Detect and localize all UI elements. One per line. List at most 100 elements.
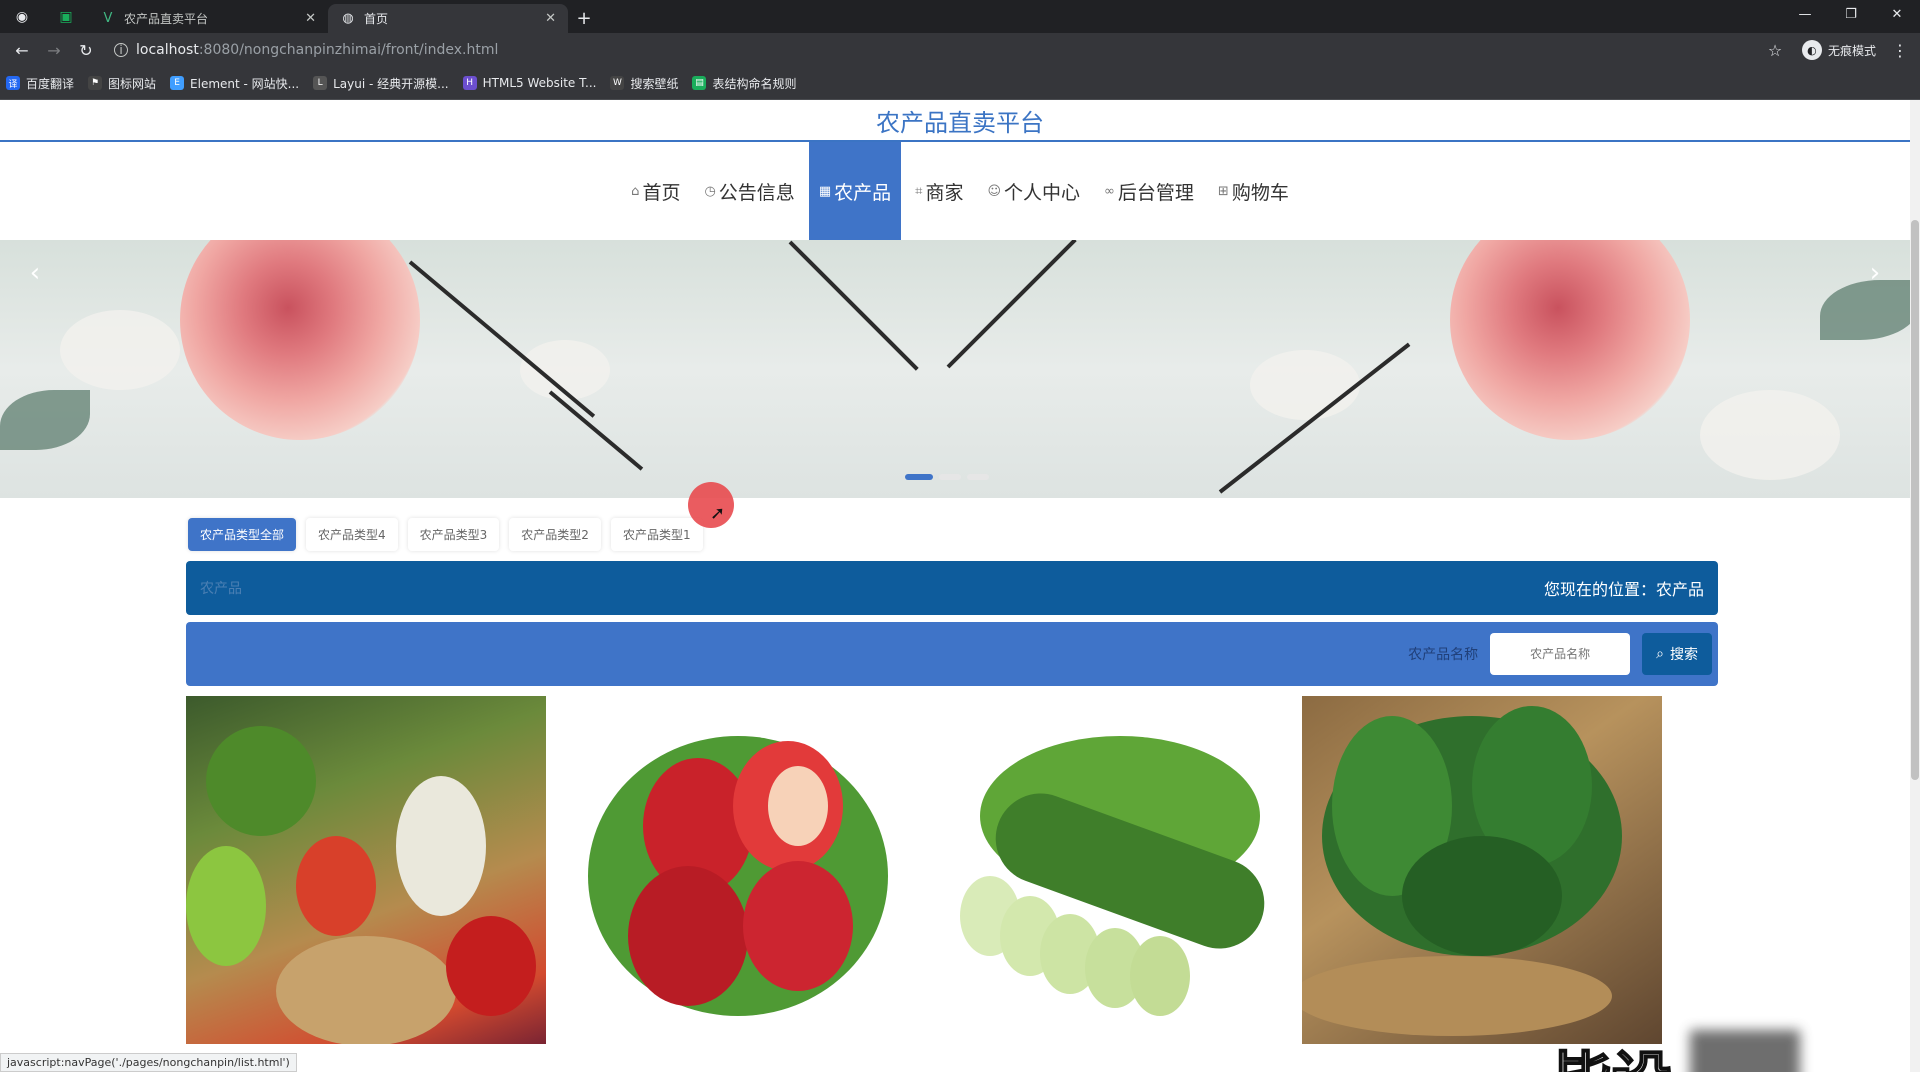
bookmark-item[interactable]: ⚑ 图标网站 xyxy=(88,75,156,92)
url-path: :8080/nongchanpinzhimai/front/index.html xyxy=(198,42,499,58)
banner-decor xyxy=(946,240,1077,369)
nav-item-home[interactable]: ⌂ 首页 xyxy=(621,142,690,240)
incognito-icon: ◐ xyxy=(1801,40,1822,60)
kebab-menu-icon[interactable]: ⋮ xyxy=(1888,41,1912,60)
bookmark-item[interactable]: ▤ 表结构命名规则 xyxy=(692,75,796,92)
bookmark-item[interactable]: 译百度翻译 xyxy=(6,75,74,92)
incognito-profile[interactable]: ◐ 无痕模式 xyxy=(1794,40,1884,60)
banner-decor xyxy=(60,310,180,390)
tab-search-icon[interactable]: ▣ xyxy=(44,0,88,33)
watermark-text: 毕设 xyxy=(1551,1032,1673,1072)
close-window-icon[interactable]: ✕ xyxy=(1874,0,1920,28)
nav-item-products[interactable]: ▦ 农产品 xyxy=(808,142,902,240)
grid-icon: ▦ xyxy=(818,183,832,199)
category-filter: 农产品类型全部 农产品类型4 农产品类型3 农产品类型2 农产品类型1 xyxy=(188,518,703,551)
product-card-spinach[interactable] xyxy=(1302,696,1662,1044)
info-icon[interactable]: i xyxy=(114,43,128,57)
search-bar: 农产品名称 ⌕ 搜索 xyxy=(186,622,1718,686)
web-page: 农产品直卖平台 ⌂ 首页 ◷ 公告信息 ▦ 农产品 ⌗ 商家 ☺ 个人中心 ∞ 后台管理 ⊞… xyxy=(0,100,1920,1072)
forward-icon[interactable]: → xyxy=(40,36,68,64)
product-card-strawberries[interactable] xyxy=(558,696,918,1044)
carousel-indicators xyxy=(905,474,989,480)
browser-menu-icon[interactable]: ◉ xyxy=(0,0,44,33)
vue-logo-icon: V xyxy=(103,11,113,26)
html5-icon: H xyxy=(462,76,477,90)
close-icon[interactable]: ✕ xyxy=(305,11,316,26)
flag-icon: ⚑ xyxy=(88,76,103,90)
nav-item-cart[interactable]: ⊞ 购物车 xyxy=(1208,142,1299,240)
nav-item-notices[interactable]: ◷ 公告信息 xyxy=(694,142,804,240)
product-image xyxy=(186,846,266,966)
nav-label: 农产品 xyxy=(834,181,892,204)
search-input[interactable] xyxy=(1490,633,1631,675)
carousel-banner[interactable]: ‹ › xyxy=(0,240,1920,498)
bookmark-item[interactable]: L Layui - 经典开源模... xyxy=(313,75,449,92)
category-tab[interactable]: 农产品类型2 xyxy=(509,518,601,551)
category-tab[interactable]: 农产品类型1 xyxy=(610,518,703,551)
carousel-dot[interactable] xyxy=(967,474,989,480)
carousel-next-icon[interactable]: › xyxy=(1860,258,1890,288)
tab-title: 首页 xyxy=(364,12,389,26)
reload-icon[interactable]: ↻ xyxy=(72,36,100,64)
bookmark-star-icon[interactable]: ☆ xyxy=(1760,41,1790,60)
scrollbar-thumb[interactable] xyxy=(1911,220,1919,780)
main-nav: ⌂ 首页 ◷ 公告信息 ▦ 农产品 ⌗ 商家 ☺ 个人中心 ∞ 后台管理 ⊞ 购物车 xyxy=(0,142,1920,240)
banner-decor xyxy=(788,240,919,371)
bookmark-label: 搜索壁纸 xyxy=(630,76,679,91)
globe-icon: ◍ xyxy=(342,11,354,26)
banner-rose-image xyxy=(1450,240,1690,440)
nav-label: 公告信息 xyxy=(718,181,795,204)
close-icon[interactable]: ✕ xyxy=(545,11,556,26)
product-card-cucumbers[interactable] xyxy=(930,696,1290,1044)
shop-icon: ⌗ xyxy=(915,183,923,199)
bookmark-label: HTML5 Website T... xyxy=(482,76,597,90)
nav-label: 商家 xyxy=(925,181,964,204)
nav-item-merchants[interactable]: ⌗ 商家 xyxy=(905,142,973,240)
tab-title: 农产品直卖平台 xyxy=(124,12,209,26)
bookmark-icon: 译 xyxy=(6,76,20,90)
breadcrumb-title: 农产品 xyxy=(200,581,242,597)
product-grid xyxy=(186,696,1718,1044)
bookmark-label: 百度翻译 xyxy=(26,76,75,91)
back-icon[interactable]: ← xyxy=(8,36,36,64)
browser-tab-1[interactable]: V 农产品直卖平台 ✕ xyxy=(88,4,328,33)
category-tab[interactable]: 农产品类型4 xyxy=(306,518,398,551)
carousel-prev-icon[interactable]: ‹ xyxy=(20,258,50,288)
profile-label: 无痕模式 xyxy=(1827,43,1876,58)
bookmark-item[interactable]: E Element - 网站快... xyxy=(170,75,299,92)
minimize-icon[interactable]: — xyxy=(1782,0,1828,28)
browser-tabstrip: ◉ ▣ V 农产品直卖平台 ✕ ◍ 首页 ✕ + — ❐ ✕ xyxy=(0,0,1920,33)
product-image xyxy=(276,936,456,1044)
page-scrollbar[interactable] xyxy=(1910,100,1920,1072)
product-image xyxy=(588,736,888,1016)
doc-icon: ▤ xyxy=(692,76,707,90)
product-image xyxy=(206,726,316,836)
product-image xyxy=(396,776,486,916)
carousel-dot[interactable] xyxy=(905,474,933,480)
new-tab-button[interactable]: + xyxy=(568,4,600,33)
nav-item-admin[interactable]: ∞ 后台管理 xyxy=(1094,142,1204,240)
category-tab[interactable]: 农产品类型全部 xyxy=(188,518,297,551)
bookmark-label: Layui - 经典开源模... xyxy=(333,76,449,91)
search-button[interactable]: ⌕ 搜索 xyxy=(1642,633,1712,675)
watermark-blur xyxy=(1690,1030,1800,1072)
address-bar[interactable]: i localhost:8080/nongchanpinzhimai/front… xyxy=(104,36,1756,64)
product-image xyxy=(446,916,536,1016)
restore-icon[interactable]: ❐ xyxy=(1828,0,1874,28)
product-image xyxy=(960,736,1265,1016)
product-card-vegetable-basket[interactable] xyxy=(186,696,546,1044)
nav-item-profile[interactable]: ☺ 个人中心 xyxy=(977,142,1090,240)
nav-label: 首页 xyxy=(642,181,681,204)
browser-tab-2[interactable]: ◍ 首页 ✕ xyxy=(328,4,568,33)
bookmark-item[interactable]: W 搜索壁纸 xyxy=(610,75,678,92)
breadcrumb: 农产品 您现在的位置：农产品 xyxy=(186,561,1718,615)
banner-decor xyxy=(1250,350,1360,420)
browser-toolbar: ← → ↻ i localhost:8080/nongchanpinzhimai… xyxy=(0,33,1920,67)
banner-decor xyxy=(0,390,90,450)
banner-decor xyxy=(1820,280,1920,340)
url-host: localhost xyxy=(136,42,199,58)
carousel-dot[interactable] xyxy=(939,474,961,480)
category-tab[interactable]: 农产品类型3 xyxy=(407,518,500,551)
nav-label: 个人中心 xyxy=(1004,181,1081,204)
bookmark-item[interactable]: H HTML5 Website T... xyxy=(462,76,597,90)
